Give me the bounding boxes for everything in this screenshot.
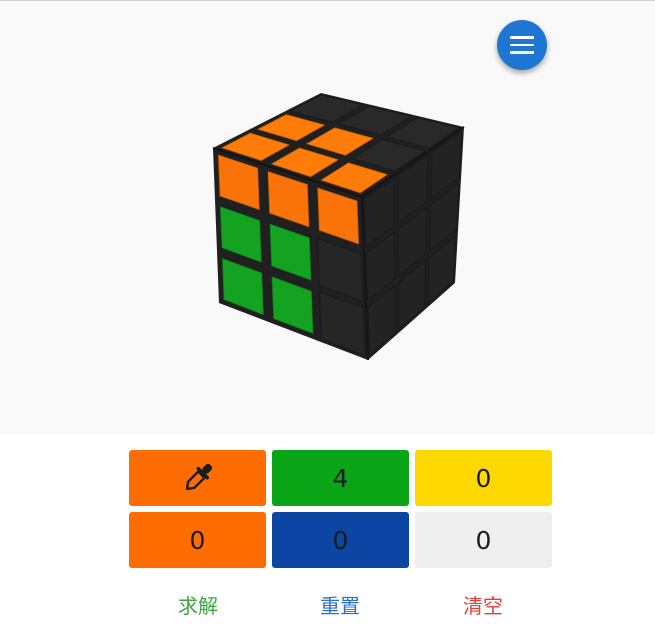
color-swatch-green[interactable]: 4 [272, 450, 409, 506]
orange-count: 0 [189, 525, 206, 555]
hamburger-menu-icon [510, 36, 534, 54]
color-swatch-orange-selected[interactable] [129, 450, 266, 506]
cube-solver-app: 4 0 0 0 0 求解 重置 清空 [0, 0, 655, 626]
color-swatch-yellow[interactable]: 0 [415, 450, 552, 506]
menu-button[interactable] [497, 20, 547, 70]
cube-3d-viewport[interactable] [0, 1, 655, 434]
reset-button[interactable]: 重置 [300, 586, 380, 622]
blue-count: 0 [332, 525, 349, 555]
color-swatch-blue[interactable]: 0 [272, 512, 409, 568]
color-swatch-white[interactable]: 0 [415, 512, 552, 568]
clear-button[interactable]: 清空 [443, 586, 523, 622]
color-palette: 4 0 0 0 0 [129, 450, 552, 570]
white-count: 0 [475, 525, 492, 555]
eyedropper-icon [185, 463, 212, 491]
green-count: 4 [332, 463, 349, 493]
rubiks-cube[interactable] [0, 1, 655, 434]
control-panel: 4 0 0 0 0 求解 重置 清空 [0, 434, 655, 626]
action-bar: 求解 重置 清空 [0, 586, 655, 622]
solve-button[interactable]: 求解 [158, 586, 238, 622]
color-swatch-orange[interactable]: 0 [129, 512, 266, 568]
yellow-count: 0 [475, 463, 492, 493]
